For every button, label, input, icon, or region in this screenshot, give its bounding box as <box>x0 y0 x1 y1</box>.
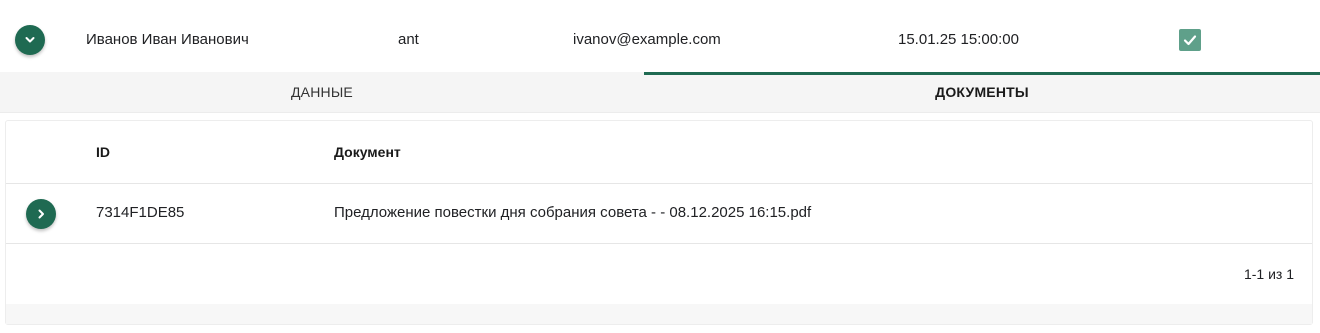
active-tab-indicator <box>644 72 1320 75</box>
collapse-row-button[interactable] <box>15 25 45 55</box>
tab-documents[interactable]: ДОКУМЕНТЫ <box>644 72 1320 112</box>
pagination-info: 1-1 из 1 <box>1243 266 1294 282</box>
user-active-checkbox[interactable] <box>1179 29 1201 51</box>
document-name[interactable]: Предложение повестки дня собрания совета… <box>334 183 811 243</box>
check-icon <box>1183 35 1197 46</box>
table-row[interactable]: 7314F1DE85 Предложение повестки дня собр… <box>6 183 1312 244</box>
user-full-name: Иванов Иван Иванович <box>86 31 249 48</box>
tab-data[interactable]: ДАННЫЕ <box>0 72 644 112</box>
user-email: ivanov@example.com <box>573 31 721 48</box>
table-header: ID Документ <box>6 121 1312 184</box>
table-footer <box>6 304 1312 324</box>
tab-bar: ДАННЫЕ ДОКУМЕНТЫ <box>0 72 1320 113</box>
user-details-panel: Иванов Иван Иванович ant ivanov@example.… <box>0 0 1320 333</box>
user-datetime: 15.01.25 15:00:00 <box>898 31 1019 48</box>
documents-table: ID Документ 7314F1DE85 Предложение повес… <box>5 120 1313 325</box>
column-header-id[interactable]: ID <box>96 121 110 183</box>
chevron-right-icon <box>38 209 44 219</box>
user-login: ant <box>398 31 419 48</box>
column-header-document[interactable]: Документ <box>334 121 401 183</box>
user-row[interactable]: Иванов Иван Иванович ant ivanov@example.… <box>0 0 1320 73</box>
chevron-down-icon <box>25 37 35 43</box>
document-id: 7314F1DE85 <box>96 204 185 221</box>
expand-row-button[interactable] <box>26 199 56 229</box>
